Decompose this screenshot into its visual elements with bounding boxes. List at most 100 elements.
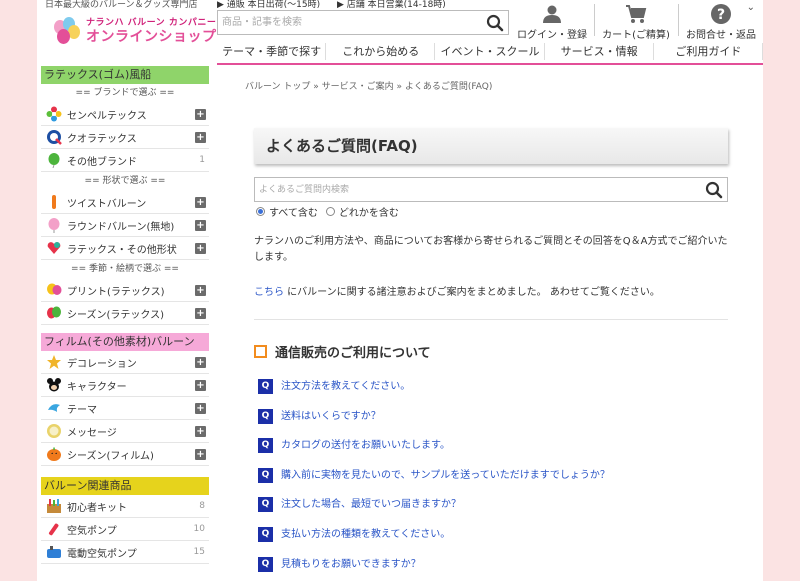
kit-icon <box>46 498 62 514</box>
balloon-logo-icon <box>52 16 82 46</box>
nav-event-school[interactable]: イベント・スクール <box>435 40 545 65</box>
electric-pump-icon <box>46 544 62 560</box>
list-item[interactable]: Q 支払い方法の種類を教えてください。 <box>258 526 610 557</box>
sidebar-item-latex-other-shapes[interactable]: ラテックス・その他形状 + <box>41 237 209 260</box>
question-link[interactable]: 注文方法を教えてください。 <box>281 379 410 394</box>
logo-shop-name: オンラインショップ <box>86 28 217 45</box>
radio-any-word[interactable]: どれかを含む <box>325 204 399 219</box>
site-logo[interactable]: ナランハ バルーン カンパニー オンラインショップ <box>52 16 217 46</box>
intro-text: ナランハのご利用方法や、商品についてお客様から寄せられるご質問とその回答をQ＆A… <box>254 236 728 263</box>
chevron-down-icon[interactable]: ⌄ <box>747 2 755 13</box>
shipping-notice[interactable]: ▶ 通販 本日出荷(〜15時) <box>217 0 320 10</box>
header-divider <box>678 4 679 36</box>
shape-subheading: == 形状で選ぶ == <box>84 176 166 186</box>
faq-search-input[interactable] <box>255 178 695 201</box>
sidebar-item-character[interactable]: キャラクター + <box>41 374 209 397</box>
category-sidebar: ラテックス(ゴム)風船 == ブランドで選ぶ == センペルテックス + クオラ… <box>41 66 209 564</box>
round-balloon-icon <box>46 217 62 233</box>
expand-plus-icon[interactable]: + <box>195 242 206 254</box>
expand-plus-icon[interactable]: + <box>195 284 206 296</box>
nav-theme-season[interactable]: テーマ・季節で探す <box>217 40 327 65</box>
sempertex-flower-icon <box>46 106 62 122</box>
square-bullet-icon <box>254 345 267 358</box>
svg-text:?: ? <box>717 7 725 23</box>
search-icon[interactable] <box>486 14 504 32</box>
radio-selected-icon <box>256 207 265 216</box>
q-badge-icon: Q <box>258 438 273 454</box>
search-icon[interactable] <box>705 181 723 199</box>
expand-plus-icon[interactable]: + <box>195 196 206 208</box>
sidebar-item-sempertex[interactable]: センペルテックス + <box>41 103 209 126</box>
breadcrumb[interactable]: バルーン トップ » サービス・ご案内 » よくあるご質問(FAQ) <box>245 79 492 92</box>
question-link[interactable]: 注文した場合、最短でいつ届きますか？ <box>281 497 461 512</box>
message-balloon-icon <box>46 423 62 439</box>
item-count: 10 <box>193 524 205 534</box>
header-search <box>217 10 509 35</box>
site-tagline: 日本最大級のバルーン＆グッズ専門店 <box>45 0 198 10</box>
expand-plus-icon[interactable]: + <box>195 448 206 460</box>
latex-section-title[interactable]: ラテックス(ゴム)風船 <box>41 66 209 84</box>
list-item[interactable]: Q 見積もりをお願いできますか？ <box>258 556 610 581</box>
list-item[interactable]: Q 注文した場合、最短でいつ届きますか？ <box>258 497 610 527</box>
nav-user-guide[interactable]: ご利用ガイド <box>653 40 763 65</box>
notice-line: こちら にバルーンに関する諸注意およびご案内をまとめました。 あわせてご覧くださ… <box>254 287 660 298</box>
sidebar-item-message[interactable]: メッセージ + <box>41 420 209 443</box>
contact-button[interactable]: ? ⌄ お問合せ・返品 <box>681 2 761 41</box>
sidebar-item-electric-pump[interactable]: 電動空気ポンプ 15 <box>41 541 209 564</box>
cart-button[interactable]: カート(ご精算) <box>597 2 675 41</box>
expand-plus-icon[interactable]: + <box>195 402 206 414</box>
list-item[interactable]: Q 送料はいくらですか？ <box>258 408 610 439</box>
question-link[interactable]: 見積もりをお願いできますか？ <box>281 557 421 572</box>
sidebar-item-season-film[interactable]: シーズン(フィルム) + <box>41 443 209 466</box>
header-search-input[interactable] <box>218 11 478 34</box>
sidebar-item-qualatex[interactable]: クオラテックス + <box>41 126 209 149</box>
expand-plus-icon[interactable]: + <box>195 307 206 319</box>
nav-service-info[interactable]: サービス・情報 <box>544 40 654 65</box>
header-divider <box>594 4 595 36</box>
notice-link[interactable]: こちら <box>254 287 284 298</box>
expand-plus-icon[interactable]: + <box>195 356 206 368</box>
radio-all-words[interactable]: すべて含む <box>256 204 318 219</box>
expand-plus-icon[interactable]: + <box>195 108 206 120</box>
sidebar-item-other-brands[interactable]: その他ブランド 1 <box>41 149 209 172</box>
list-item[interactable]: Q 購入前に実物を見たいので、サンプルを送っていただけますでしょうか？ <box>258 467 610 498</box>
list-item[interactable]: Q 注文方法を教えてください。 <box>258 379 610 409</box>
item-count: 15 <box>193 547 205 557</box>
question-link[interactable]: 支払い方法の種類を教えてください。 <box>281 527 450 542</box>
expand-plus-icon[interactable]: + <box>195 131 206 143</box>
q-badge-icon: Q <box>258 526 273 542</box>
search-mode-radios: すべて含む どれかを含む <box>256 204 407 219</box>
user-icon <box>512 2 592 26</box>
expand-plus-icon[interactable]: + <box>195 379 206 391</box>
film-section-title[interactable]: フィルム(その他素材)バルーン <box>41 333 209 351</box>
green-balloon-icon <box>46 152 62 168</box>
sidebar-item-decoration[interactable]: デコレーション + <box>41 351 209 374</box>
item-count: 8 <box>199 501 205 511</box>
sidebar-item-twist-balloon[interactable]: ツイストバルーン + <box>41 191 209 214</box>
question-link[interactable]: 送料はいくらですか？ <box>281 409 381 424</box>
list-item[interactable]: Q カタログの送付をお願いいたします。 <box>258 438 610 468</box>
sidebar-item-air-pump[interactable]: 空気ポンプ 10 <box>41 518 209 541</box>
pump-icon <box>46 521 62 537</box>
q-badge-icon: Q <box>258 497 273 513</box>
contact-label: お問合せ・返品 <box>686 30 756 41</box>
nav-getting-started[interactable]: これから始める <box>326 40 436 65</box>
divider <box>254 319 728 320</box>
sidebar-item-print-latex[interactable]: プリント(ラテックス) + <box>41 279 209 302</box>
question-link[interactable]: カタログの送付をお願いいたします。 <box>281 438 450 453</box>
faq-search <box>254 177 728 202</box>
sidebar-item-season-latex[interactable]: シーズン(ラテックス) + <box>41 302 209 325</box>
expand-plus-icon[interactable]: + <box>195 219 206 231</box>
question-link[interactable]: 購入前に実物を見たいので、サンプルを送っていただけますでしょうか？ <box>281 468 610 483</box>
store-notice[interactable]: ▶ 店舗 本日営業(14-18時) <box>337 0 446 10</box>
page: 日本最大級のバルーン＆グッズ専門店 ナランハ バルーン カンパニー オンラインシ… <box>37 0 763 581</box>
expand-plus-icon[interactable]: + <box>195 425 206 437</box>
sidebar-item-theme[interactable]: テーマ + <box>41 397 209 420</box>
sidebar-item-round-balloon[interactable]: ラウンドバルーン(無地) + <box>41 214 209 237</box>
logo-company-name: ナランハ バルーン カンパニー <box>86 17 217 28</box>
related-section-title[interactable]: バルーン関連商品 <box>41 477 209 495</box>
sidebar-item-beginner-kit[interactable]: 初心者キット 8 <box>41 495 209 518</box>
character-icon <box>46 377 62 393</box>
login-button[interactable]: ログイン・登録 <box>512 2 592 41</box>
dolphin-balloon-icon <box>46 400 62 416</box>
